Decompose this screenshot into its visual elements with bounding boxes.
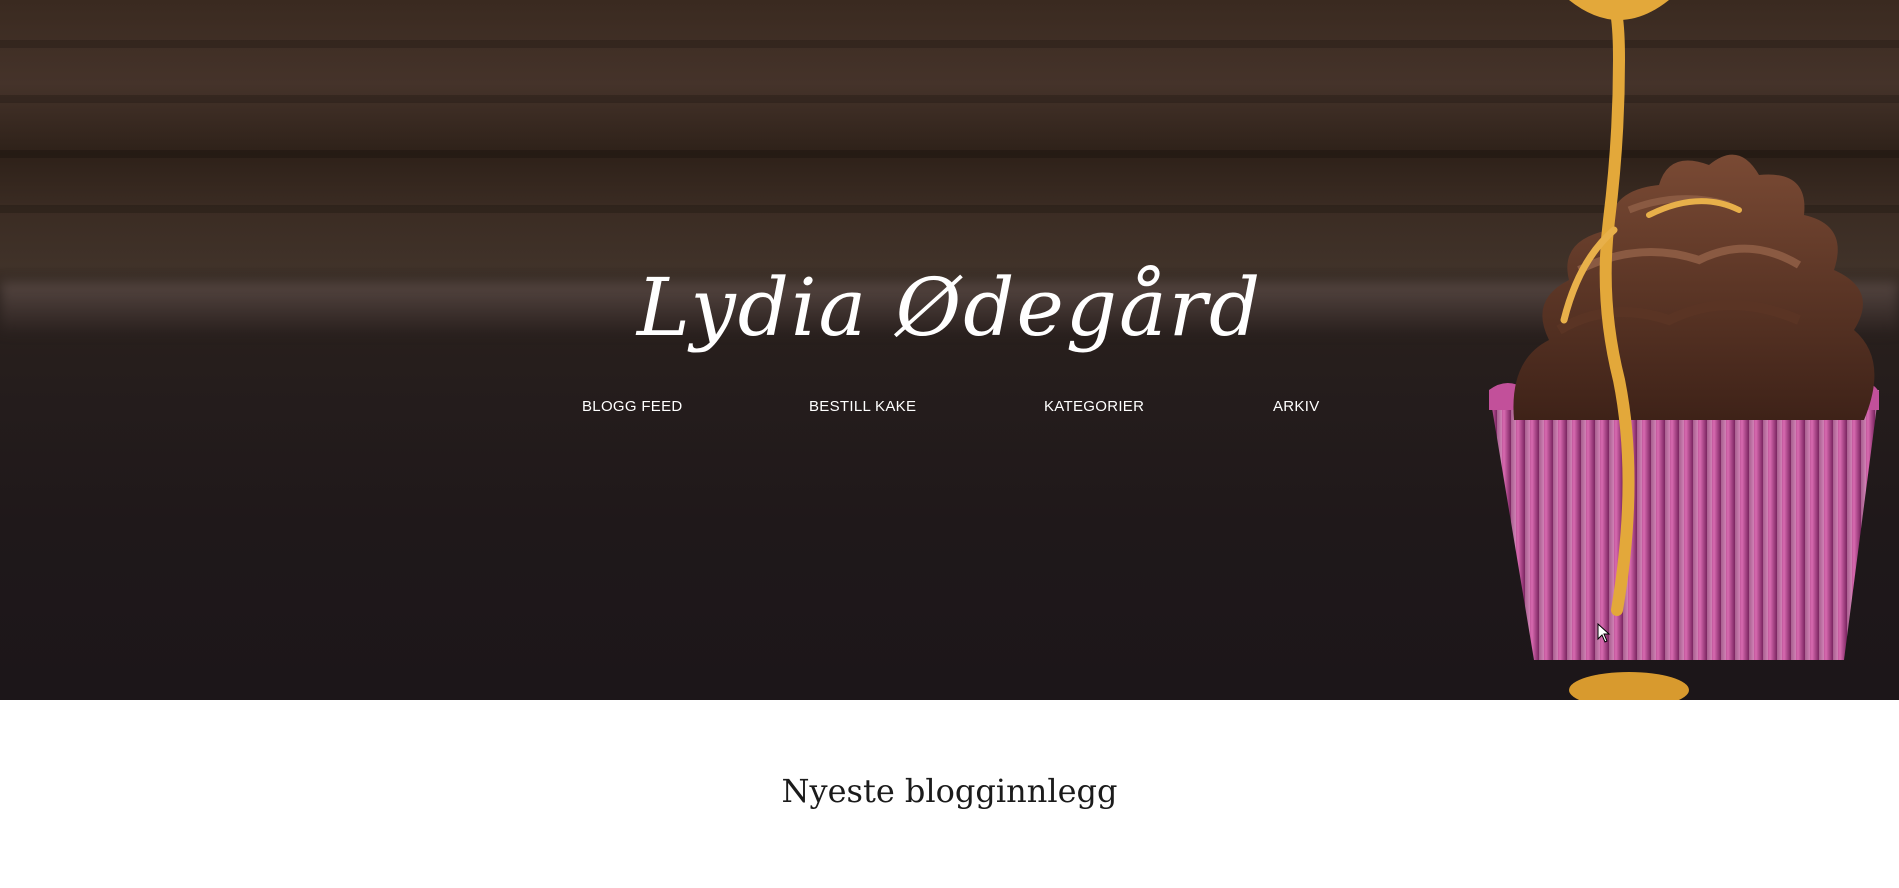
nav-item-kategorier[interactable]: KATEGORIER (1044, 398, 1144, 415)
main-navigation: BLOGG FEED BESTILL KAKE KATEGORIER ARKIV (0, 398, 1899, 418)
site-title[interactable]: Lydia Ødegård (0, 268, 1899, 348)
mouse-cursor-icon (1597, 623, 1611, 643)
cupcake-image (1489, 0, 1879, 700)
nav-item-arkiv[interactable]: ARKIV (1273, 398, 1320, 415)
nav-item-blogg-feed[interactable]: BLOGG FEED (582, 398, 683, 415)
nav-item-bestill-kake[interactable]: BESTILL KAKE (809, 398, 916, 415)
section-heading-latest-posts: Nyeste blogginnlegg (781, 772, 1118, 810)
